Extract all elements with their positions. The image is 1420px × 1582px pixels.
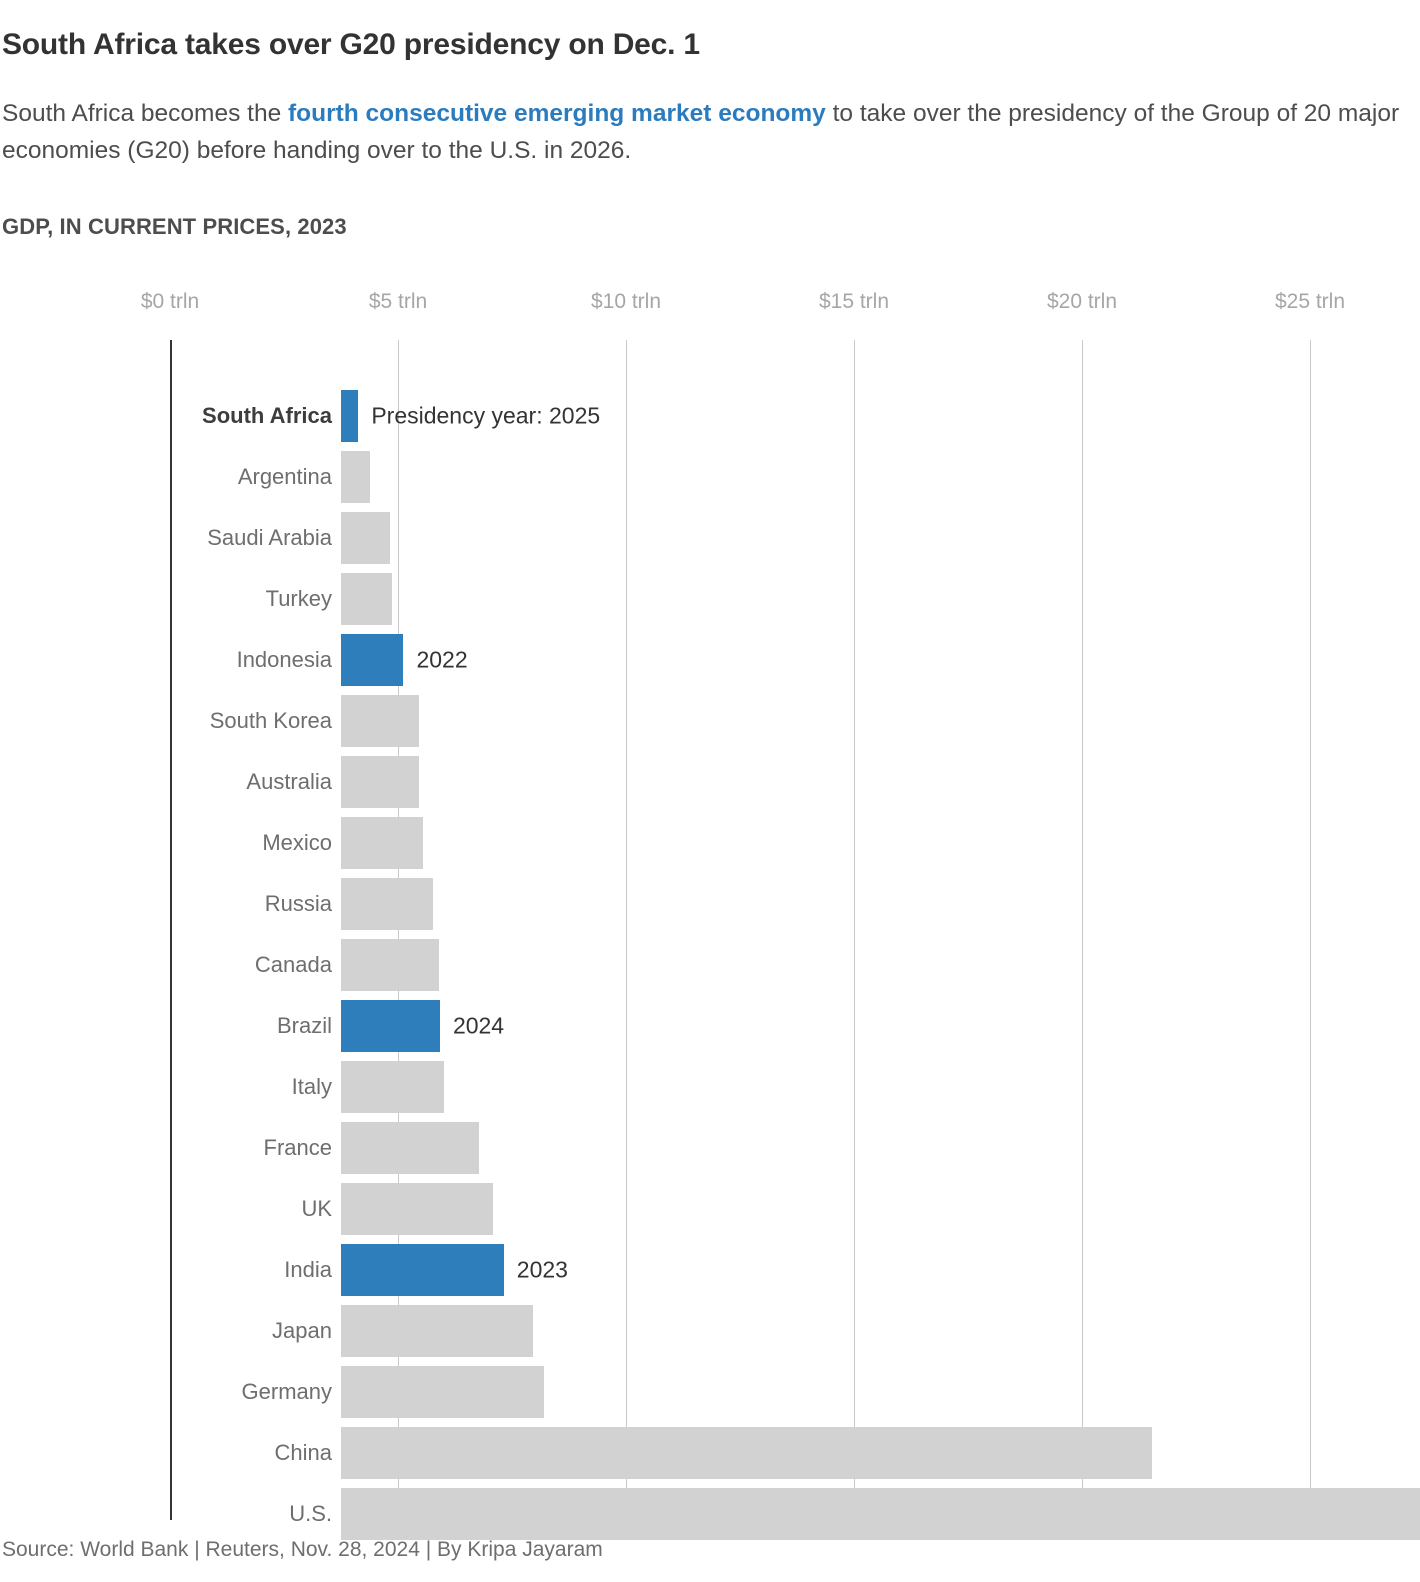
- bar: [341, 512, 390, 564]
- bar: [341, 1366, 545, 1418]
- bar-category-label: Japan: [272, 1318, 332, 1343]
- bar-row: Canada: [170, 939, 1420, 991]
- bar-category-label: France: [263, 1135, 332, 1160]
- bar-category-label: Germany: [241, 1379, 332, 1404]
- subtitle-text-before: South Africa becomes the: [2, 99, 288, 127]
- bar-category-label: Turkey: [265, 586, 332, 611]
- bar: [341, 1122, 480, 1174]
- bar-row: Indonesia 2022: [170, 634, 1420, 686]
- bar-category-label: South Africa: [202, 403, 332, 428]
- bar-row: France: [170, 1122, 1420, 1174]
- bar-category-label: India: [284, 1257, 332, 1282]
- x-tick-label: $20 trln: [1046, 290, 1118, 313]
- bar: [341, 451, 371, 503]
- bar: [341, 1427, 1153, 1479]
- infographic-page: South Africa takes over G20 presidency o…: [0, 0, 1420, 1582]
- bar-row: Turkey: [170, 573, 1420, 625]
- bar: [341, 939, 439, 991]
- x-tick-label: $10 trln: [590, 290, 662, 313]
- bar-category-label: Canada: [254, 952, 332, 977]
- bar-annotation: Presidency year: 2025: [371, 402, 601, 429]
- bar-row: Mexico: [170, 817, 1420, 869]
- bar: [341, 756, 420, 808]
- plot-area: South Africa Presidency year: 2025 Argenti…: [170, 340, 1420, 1540]
- bar-row: Argentina: [170, 451, 1420, 503]
- x-tick-label: $5 trln: [368, 290, 428, 313]
- page-title: South Africa takes over G20 presidency o…: [2, 28, 700, 62]
- bar: [341, 695, 419, 747]
- x-tick-label: $0 trln: [140, 290, 200, 313]
- bar-row: South Africa Presidency year: 2025: [170, 390, 1420, 442]
- bar: [341, 1183, 494, 1235]
- bar-highlighted: [341, 1244, 504, 1296]
- bar: [341, 573, 392, 625]
- x-tick-label: $15 trln: [818, 290, 890, 313]
- bar-row: UK: [170, 1183, 1420, 1235]
- bar-row: China: [170, 1427, 1420, 1479]
- bar-row: Italy: [170, 1061, 1420, 1113]
- bar-category-label: Argentina: [237, 464, 332, 489]
- bar-category-label: Indonesia: [236, 647, 332, 672]
- bar-category-label: Mexico: [262, 830, 332, 855]
- source-credit: Source: World Bank | Reuters, Nov. 28, 2…: [2, 1538, 603, 1561]
- x-axis-tick-labels: $0 trln $5 trln $10 trln $15 trln $20 trln $2…: [0, 290, 1420, 340]
- bar-row: Saudi Arabia: [170, 512, 1420, 564]
- bar-category-label: U.S.: [289, 1501, 332, 1526]
- bar-category-label: Italy: [291, 1074, 332, 1099]
- bar-row: Germany: [170, 1366, 1420, 1418]
- bar: [341, 878, 434, 930]
- bar-row: Australia: [170, 756, 1420, 808]
- bar-category-label: UK: [301, 1196, 332, 1221]
- bar: [341, 1061, 444, 1113]
- gdp-bar-chart: $0 trln $5 trln $10 trln $15 trln $20 trln $2…: [0, 290, 1420, 1540]
- bar-highlighted: [341, 390, 359, 442]
- bar-highlighted: [341, 1000, 440, 1052]
- bar-category-label: South Korea: [209, 708, 332, 733]
- bar-highlighted: [341, 634, 404, 686]
- subtitle-highlight: fourth consecutive emerging market econo…: [288, 99, 826, 127]
- bar-annotation: 2022: [416, 646, 468, 673]
- x-tick-label: $25 trln: [1274, 290, 1346, 313]
- bar-category-label: China: [274, 1440, 332, 1465]
- page-subtitle: South Africa becomes the fourth consecut…: [2, 95, 1402, 169]
- chart-axis-title: GDP, IN CURRENT PRICES, 2023: [2, 214, 347, 239]
- bar-category-label: Russia: [264, 891, 332, 916]
- bar-row: Japan: [170, 1305, 1420, 1357]
- bar: [341, 1488, 1420, 1540]
- bar-row: Russia: [170, 878, 1420, 930]
- bar-category-label: Australia: [246, 769, 332, 794]
- bar: [341, 817, 423, 869]
- bar-row: India 2023: [170, 1244, 1420, 1296]
- bar-row: Brazil 2024: [170, 1000, 1420, 1052]
- bar-category-label: Brazil: [276, 1013, 332, 1038]
- bar-annotation: 2024: [452, 1012, 505, 1039]
- bar-category-label: Saudi Arabia: [207, 525, 332, 550]
- bar-annotation: 2023: [516, 1256, 568, 1283]
- axis-zero-line: [170, 340, 172, 1520]
- bar-row: South Korea: [170, 695, 1420, 747]
- bar-row: U.S.: [170, 1488, 1420, 1540]
- bar: [341, 1305, 533, 1357]
